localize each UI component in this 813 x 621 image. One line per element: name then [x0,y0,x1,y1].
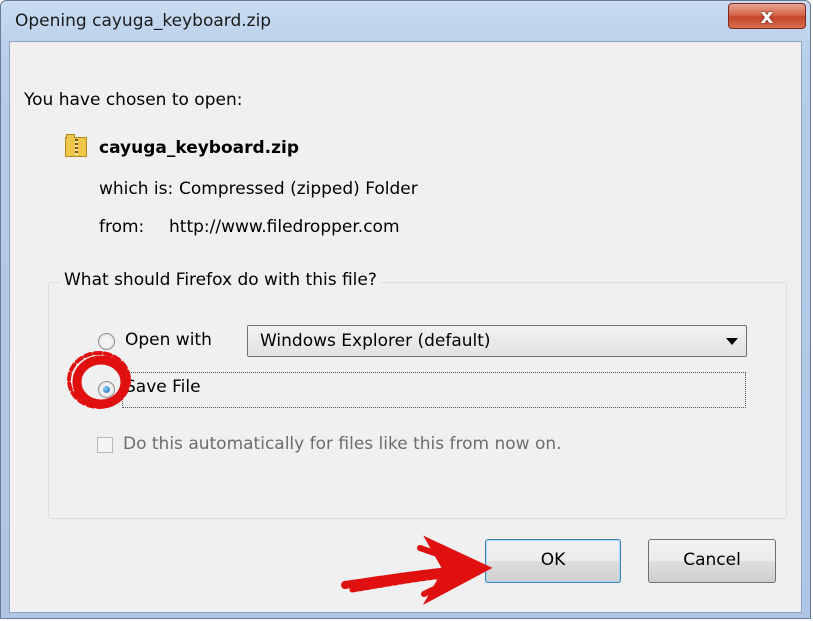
from-label: from: [99,217,145,237]
chosen-to-open-label: You have chosen to open: [24,90,243,110]
action-group-legend: What should Firefox do with this file? [60,270,381,290]
open-with-select[interactable]: Windows Explorer (default) [247,325,747,357]
close-button[interactable]: x [728,3,806,29]
cancel-button[interactable]: Cancel [648,539,776,583]
open-with-radio[interactable] [98,333,115,350]
ok-button[interactable]: OK [485,539,621,583]
auto-action-checkbox[interactable] [97,437,113,453]
chevron-down-icon [726,338,738,345]
save-file-focus-rect [122,372,746,408]
auto-action-label[interactable]: Do this automatically for files like thi… [123,434,562,454]
open-with-label[interactable]: Open with [125,330,212,350]
dialog-client-area: You have chosen to open: cayuga_keyboard… [9,41,802,613]
zip-folder-icon [65,134,87,157]
save-file-radio[interactable] [98,381,115,398]
file-type-value: Compressed (zipped) Folder [179,179,418,199]
dialog-window: Opening cayuga_keyboard.zip x You have c… [0,0,811,619]
which-is-label: which is: [99,179,174,199]
save-file-label[interactable]: Save File [125,377,201,397]
title-bar[interactable]: Opening cayuga_keyboard.zip x [1,1,810,41]
source-url: http://www.filedropper.com [169,217,400,237]
file-name: cayuga_keyboard.zip [99,138,300,158]
close-icon: x [760,4,774,28]
window-title: Opening cayuga_keyboard.zip [15,11,272,31]
open-with-selected-value: Windows Explorer (default) [260,331,491,351]
